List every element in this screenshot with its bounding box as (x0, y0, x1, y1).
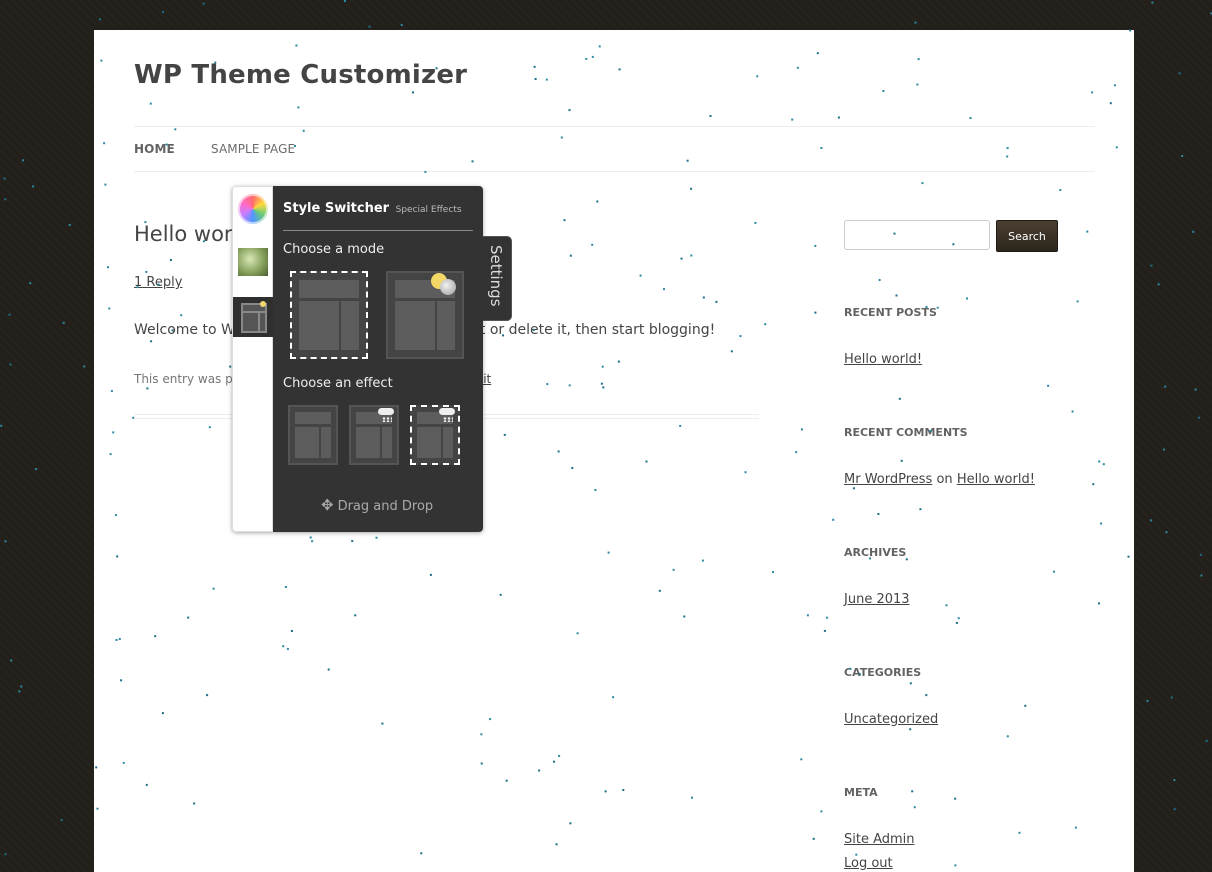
switcher-title: Style Switcher Special Effects (283, 201, 462, 216)
drag-drop-label: Drag and Drop (337, 499, 434, 514)
color-wheel-icon (238, 194, 268, 224)
archive-link[interactable]: June 2013 (844, 592, 910, 607)
effect-option-rain[interactable] (410, 405, 460, 465)
settings-tab[interactable]: Settings (483, 236, 512, 321)
archive-item: June 2013 (844, 592, 910, 607)
mode-option-day[interactable] (290, 271, 368, 359)
comment-author-link[interactable]: Mr WordPress (844, 472, 932, 487)
main-navigation: HOME SAMPLE PAGE (134, 126, 1095, 172)
log-out-link[interactable]: Log out (844, 856, 893, 871)
search-button[interactable]: Search (996, 220, 1058, 252)
layout-tab[interactable] (233, 297, 273, 337)
switcher-divider (283, 230, 473, 231)
recent-comments-title: RECENT COMMENTS (844, 426, 968, 439)
category-link[interactable]: Uncategorized (844, 712, 938, 727)
search-input[interactable] (844, 220, 990, 250)
sun-moon-icon (431, 273, 459, 297)
recent-post-link[interactable]: Hello world! (844, 352, 922, 367)
switcher-body: Style Switcher Special Effects Choose a … (273, 186, 483, 532)
choose-mode-label: Choose a mode (283, 242, 385, 257)
style-switcher-panel: Style Switcher Special Effects Choose a … (232, 186, 483, 532)
choose-effect-label: Choose an effect (283, 376, 393, 391)
recent-post-item: Hello world! (844, 352, 922, 367)
recent-posts-title: RECENT POSTS (844, 306, 937, 319)
move-icon: ✥ (321, 496, 334, 514)
categories-title: CATEGORIES (844, 666, 922, 679)
mode-option-night[interactable] (386, 271, 464, 359)
nav-sample-page[interactable]: SAMPLE PAGE (211, 142, 295, 156)
layout-icon (241, 303, 267, 333)
background-image-icon (238, 248, 268, 276)
settings-label: Settings (487, 245, 505, 307)
archives-title: ARCHIVES (844, 546, 907, 559)
nav-home[interactable]: HOME (134, 142, 175, 156)
site-title[interactable]: WP Theme Customizer (134, 60, 467, 90)
site-admin-link[interactable]: Site Admin (844, 832, 915, 847)
effect-option-snow[interactable] (349, 405, 399, 465)
meta-title: META (844, 786, 878, 799)
recent-comment-item: Mr WordPress on Hello world! (844, 472, 1035, 487)
post-reply-link[interactable]: 1 Reply (134, 275, 182, 290)
comment-post-link[interactable]: Hello world! (957, 472, 1035, 487)
meta-item-site-admin: Site Admin (844, 832, 915, 847)
snow-cloud-icon (378, 408, 394, 422)
switcher-tab-strip (232, 186, 273, 532)
meta-item-log-out: Log out (844, 856, 893, 871)
mini-sun-icon (260, 301, 266, 307)
comment-on-text: on (936, 472, 953, 487)
switcher-subtitle: Special Effects (395, 205, 462, 215)
effect-option-none[interactable] (288, 405, 338, 465)
drag-drop-handle[interactable]: ✥ Drag and Drop (321, 496, 433, 514)
switcher-title-text: Style Switcher (283, 201, 390, 216)
background-image-tab[interactable] (233, 243, 273, 283)
category-item: Uncategorized (844, 712, 938, 727)
color-tab[interactable] (233, 189, 273, 229)
rain-cloud-icon (439, 408, 455, 422)
